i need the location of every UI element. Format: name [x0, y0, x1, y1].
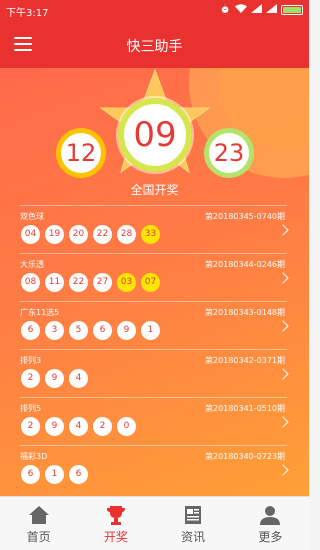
- status-time: 下午3:17: [6, 8, 49, 19]
- lottery-row[interactable]: 双色球 第20180345-0740期 04 19 20 22 28 33: [20, 205, 289, 253]
- ball-group: 294: [21, 369, 88, 388]
- number-ball: 2: [21, 369, 40, 388]
- lottery-row[interactable]: 排列5 第20180341-0510期 2 9 4 2 0: [20, 397, 289, 445]
- lottery-row[interactable]: 福彩3D 第20180340-0723期 6 1 6: [20, 445, 289, 493]
- special-number-ball: 03: [117, 273, 136, 292]
- number-ball: 11: [45, 273, 64, 292]
- number-ball: 1: [141, 321, 160, 340]
- number-ball: 3: [45, 321, 64, 340]
- ball-group: 635691: [21, 321, 160, 340]
- lottery-name: 排列5: [20, 404, 42, 413]
- tab-home[interactable]: 首页: [0, 497, 77, 550]
- chevron-right-icon[interactable]: [277, 320, 289, 332]
- number-ball: 08: [21, 273, 40, 292]
- number-ball: 2: [93, 417, 112, 436]
- ball-group: 04 19 20 22 28 33: [21, 225, 160, 244]
- number-ball: 19: [45, 225, 64, 244]
- lottery-issue: 第20180345-0740期: [205, 212, 285, 221]
- lottery-issue: 第20180341-0510期: [205, 404, 285, 413]
- lottery-name: 福彩3D: [20, 452, 48, 461]
- tab-news[interactable]: 资讯: [155, 497, 232, 550]
- number-ball: 6: [69, 465, 88, 484]
- number-ball: 27: [93, 273, 112, 292]
- hero-center-number: 09: [118, 98, 192, 172]
- trophy-icon: [105, 504, 127, 530]
- number-ball: 0: [117, 417, 136, 436]
- lottery-list: 双色球 第20180345-0740期 04 19 20 22 28 33 大乐透 第201803…: [20, 205, 289, 493]
- number-ball: 4: [69, 369, 88, 388]
- lottery-name: 大乐透: [20, 260, 44, 269]
- hero-label: 全国开奖: [130, 183, 179, 197]
- tab-label: 开奖: [103, 530, 128, 544]
- lottery-row[interactable]: 排列3 第20180342-0371期 2 9 4: [20, 349, 289, 397]
- tab-label: 资讯: [181, 530, 206, 544]
- tab-trophy[interactable]: 开奖: [77, 497, 154, 550]
- lottery-name: 广东11选5: [20, 308, 60, 317]
- lottery-issue: 第20180342-0371期: [205, 356, 285, 365]
- hero-section: 09 12 23 全国开奖: [0, 68, 309, 208]
- number-ball: 9: [117, 321, 136, 340]
- hero-left-number: 12: [56, 128, 106, 178]
- lottery-name: 排列3: [20, 356, 42, 365]
- battery-icon: [281, 5, 303, 15]
- chevron-right-icon[interactable]: [277, 224, 289, 236]
- number-ball: 6: [21, 321, 40, 340]
- special-number-ball: 07: [141, 273, 160, 292]
- status-bar: 下午3:17 ⏰: [0, 0, 309, 22]
- main-content[interactable]: 09 12 23 全国开奖 双色球 第20180345-0740期 04 19 20 22…: [0, 68, 309, 496]
- number-ball: 04: [21, 225, 40, 244]
- wifi-icon: [235, 4, 247, 16]
- number-ball: 9: [45, 369, 64, 388]
- signal-icon: [251, 4, 262, 16]
- number-ball: 1: [45, 465, 64, 484]
- number-ball: 5: [69, 321, 88, 340]
- number-ball: 22: [93, 225, 112, 244]
- bottom-tab-bar: 首页 开奖 资讯 更多: [0, 496, 309, 550]
- lottery-name: 双色球: [20, 212, 44, 221]
- ball-group: 08 11 22 27 03 07: [21, 273, 160, 292]
- news-icon: [182, 504, 204, 530]
- hero-right-number: 23: [204, 128, 254, 178]
- home-icon: [28, 504, 50, 530]
- number-ball: 9: [45, 417, 64, 436]
- ball-group: 29420: [21, 417, 136, 436]
- tab-label: 首页: [26, 530, 51, 544]
- lottery-issue: 第20180340-0723期: [205, 452, 285, 461]
- app-title: 快三助手: [126, 39, 183, 55]
- number-ball: 20: [69, 225, 88, 244]
- status-icons: ⏰: [220, 4, 303, 16]
- lottery-issue: 第20180344-0246期: [205, 260, 285, 269]
- lottery-row[interactable]: 广东11选5 第20180343-0148期 6 3 5 6 9 1: [20, 301, 289, 349]
- tab-user[interactable]: 更多: [232, 497, 309, 550]
- chevron-right-icon[interactable]: [277, 272, 289, 284]
- alarm-icon: ⏰: [219, 5, 231, 15]
- signal-icon: [266, 4, 277, 16]
- number-ball: 4: [69, 417, 88, 436]
- number-ball: 6: [93, 321, 112, 340]
- number-ball: 6: [21, 465, 40, 484]
- special-number-ball: 33: [141, 225, 160, 244]
- app-header: 快三助手: [0, 22, 309, 68]
- number-ball: 2: [21, 417, 40, 436]
- lottery-issue: 第20180343-0148期: [205, 308, 285, 317]
- number-ball: 22: [69, 273, 88, 292]
- number-ball: 28: [117, 225, 136, 244]
- chevron-right-icon[interactable]: [277, 464, 289, 476]
- lottery-row[interactable]: 大乐透 第20180344-0246期 08 11 22 27 03 07: [20, 253, 289, 301]
- chevron-right-icon[interactable]: [277, 416, 289, 428]
- tab-label: 更多: [258, 530, 283, 544]
- ball-group: 616: [21, 465, 88, 484]
- user-icon: [259, 504, 281, 530]
- chevron-right-icon[interactable]: [277, 368, 289, 380]
